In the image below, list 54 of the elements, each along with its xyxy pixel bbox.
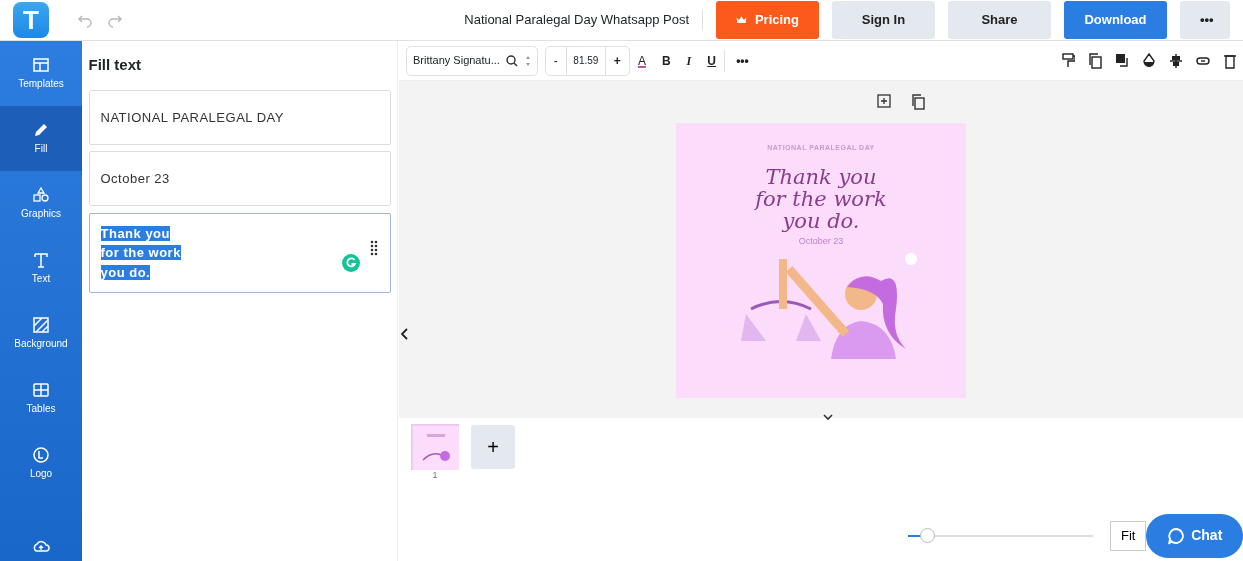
sidebar-item[interactable]: Templates [0, 41, 82, 106]
drop-icon[interactable] [1141, 52, 1156, 69]
paint-roller-icon[interactable] [1060, 52, 1075, 69]
sidebar-item[interactable]: Logo [0, 431, 82, 496]
zoom-slider-handle[interactable] [920, 527, 936, 543]
align-icon[interactable] [1168, 52, 1183, 69]
add-page-icon[interactable] [877, 94, 892, 108]
page-number: 1 [432, 468, 438, 482]
collapse-chevron-icon[interactable] [401, 328, 409, 340]
text-field[interactable]: Thank you for the work you do. [88, 212, 391, 293]
sidebar-item[interactable]: Text [0, 236, 82, 301]
fit-button[interactable]: Fit [1110, 520, 1146, 551]
text-icon [32, 251, 50, 269]
header-button[interactable]: Sign In [832, 1, 935, 39]
template-icon [32, 56, 50, 74]
increase-size-button[interactable]: + [604, 45, 629, 76]
sidebar-item[interactable]: Fill [0, 106, 82, 171]
layers-icon[interactable] [1114, 52, 1129, 69]
trash-icon[interactable] [1222, 52, 1237, 69]
spinner-arrows-icon [524, 54, 531, 67]
sidebar-item[interactable]: Tables [0, 366, 82, 431]
sidebar-item[interactable]: Graphics [0, 171, 82, 236]
logo-icon [32, 446, 50, 464]
header-button[interactable]: ••• [1180, 1, 1230, 39]
page-thumbnail[interactable] [412, 424, 458, 469]
design-script-text: Thank you for the work you do. [755, 166, 887, 233]
download-button[interactable]: Download [1064, 1, 1167, 39]
copy-icon[interactable] [1087, 52, 1102, 69]
panel-title: Fill text [88, 55, 142, 75]
decrease-size-button[interactable]: - [545, 45, 567, 76]
document-title: National Paralegal Day Whatsapp Post [464, 10, 703, 30]
pencil-icon [32, 121, 50, 139]
sidebar-item[interactable]: Background [0, 301, 82, 366]
underline-button[interactable]: U [699, 49, 725, 72]
background-icon [32, 316, 50, 334]
bold-button[interactable]: B [653, 45, 679, 76]
chat-button[interactable]: Chat [1146, 513, 1243, 558]
design-date: October 23 [798, 235, 844, 249]
text-color-button[interactable]: A [629, 45, 654, 76]
table-icon [32, 381, 50, 399]
copy-icon[interactable] [910, 94, 925, 110]
italic-button[interactable]: I [678, 45, 700, 76]
speech-bubble-icon [1166, 526, 1185, 545]
search-icon [506, 54, 519, 67]
font-size-field[interactable]: 81.59 [566, 53, 605, 68]
text-field[interactable]: October 23 [88, 151, 391, 206]
drag-handle-icon[interactable] [369, 239, 378, 256]
header-button[interactable]: Share [948, 1, 1051, 39]
text-field[interactable]: NATIONAL PARALEGAL DAY [88, 89, 391, 145]
more-button[interactable]: ••• [728, 45, 757, 76]
font-select[interactable]: Brittany Signatu... [405, 45, 539, 76]
add-page-button[interactable]: + [471, 424, 515, 469]
expand-chevron-icon[interactable] [823, 414, 833, 421]
shapes-icon [32, 186, 50, 204]
